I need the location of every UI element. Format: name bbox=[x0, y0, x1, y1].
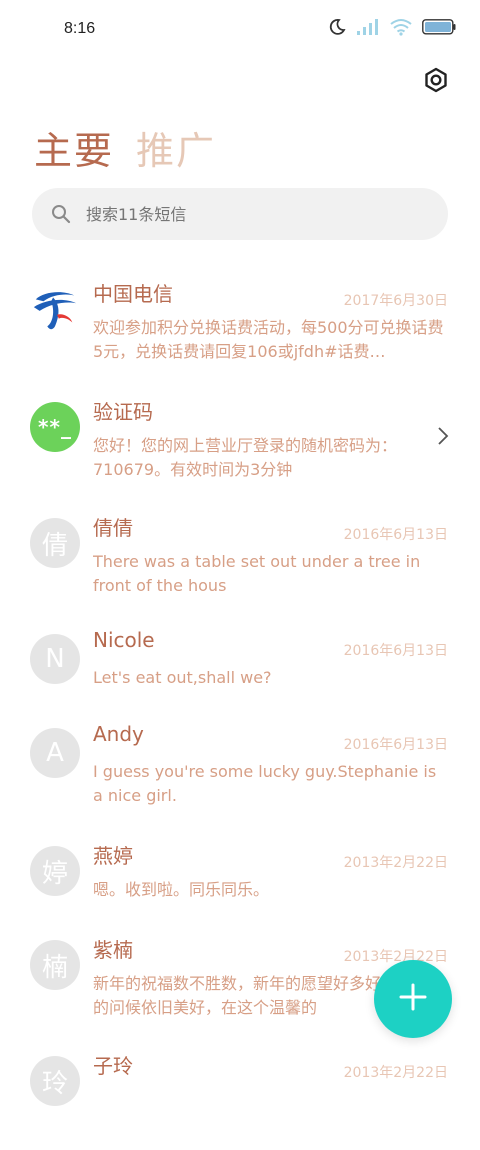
avatar: A bbox=[30, 728, 80, 778]
avatar: N bbox=[30, 634, 80, 684]
conversation-row[interactable]: N Nicole 2016年6月13日 Let's eat out,shall … bbox=[0, 628, 480, 728]
conversation-name: 倩倩 bbox=[93, 516, 133, 540]
signal-icon bbox=[356, 18, 380, 36]
conversation-date: 2017年6月30日 bbox=[343, 293, 448, 309]
wifi-icon bbox=[390, 18, 412, 36]
conversation-preview: There was a table set out under a tree i… bbox=[93, 552, 421, 595]
conversation-row[interactable]: 倩 倩倩 2016年6月13日 There was a table set ou… bbox=[0, 512, 480, 612]
search-input[interactable] bbox=[84, 203, 408, 225]
china-telecom-logo-icon bbox=[30, 284, 80, 334]
tab-bar: 主要 推广 bbox=[34, 120, 216, 175]
avatar: 倩 bbox=[30, 518, 80, 568]
conversation-date: 2016年6月13日 bbox=[343, 737, 448, 753]
status-time: 8:16 bbox=[64, 20, 96, 37]
conversation-row[interactable]: 中国电信 2017年6月30日 欢迎参加积分兑换话费活动，每500分可兑换话费5… bbox=[0, 278, 480, 378]
conversation-row[interactable]: **_ 验证码 您好！您的网上营业厅登录的随机密码为：710679。有效时间为3… bbox=[0, 396, 480, 496]
conversation-row[interactable]: A Andy 2016年6月13日 I guess you're some lu… bbox=[0, 722, 480, 822]
avatar: 楠 bbox=[30, 940, 80, 990]
settings-button[interactable] bbox=[422, 67, 450, 97]
conversation-preview: 嗯。收到啦。同乐同乐。 bbox=[93, 880, 270, 899]
search-icon bbox=[50, 203, 72, 225]
chevron-right-icon[interactable] bbox=[436, 426, 450, 446]
conversation-preview: I guess you're some lucky guy.Stephanie … bbox=[93, 762, 437, 805]
conversation-date: 2013年2月22日 bbox=[343, 855, 448, 871]
conversation-row[interactable]: 玲 子玲 2013年2月22日 bbox=[0, 1050, 480, 1150]
settings-icon bbox=[423, 67, 449, 97]
conversation-name: Nicole bbox=[93, 628, 155, 652]
conversation-date: 2016年6月13日 bbox=[343, 527, 448, 543]
avatar: 玲 bbox=[30, 1056, 80, 1106]
search-bar[interactable] bbox=[32, 188, 448, 240]
conversation-name: 紫楠 bbox=[93, 938, 133, 962]
conversation-date: 2013年2月22日 bbox=[343, 1065, 448, 1081]
avatar: 婷 bbox=[30, 846, 80, 896]
conversation-row[interactable]: 婷 燕婷 2013年2月22日 嗯。收到啦。同乐同乐。 bbox=[0, 840, 480, 940]
plus-icon bbox=[398, 982, 428, 1016]
new-message-button[interactable] bbox=[374, 960, 452, 1038]
conversation-preview: 您好！您的网上营业厅登录的随机密码为：710679。有效时间为3分钟 bbox=[93, 436, 398, 479]
avatar: **_ bbox=[30, 402, 80, 452]
conversation-name: Andy bbox=[93, 722, 144, 746]
conversation-name: 验证码 bbox=[93, 400, 153, 424]
conversation-preview: Let's eat out,shall we? bbox=[93, 668, 272, 687]
conversation-date: 2016年6月13日 bbox=[343, 643, 448, 659]
tab-primary[interactable]: 主要 bbox=[34, 120, 114, 175]
tab-promotions[interactable]: 推广 bbox=[136, 120, 216, 175]
battery-icon bbox=[422, 19, 456, 35]
conversation-preview: 欢迎参加积分兑换话费活动，每500分可兑换话费5元，兑换话费请回复106或jfd… bbox=[93, 318, 444, 361]
status-bar: 8:16 bbox=[0, 0, 480, 60]
conversation-name: 子玲 bbox=[93, 1054, 133, 1078]
conversation-name: 中国电信 bbox=[93, 282, 173, 306]
conversation-name: 燕婷 bbox=[93, 844, 133, 868]
status-icons bbox=[328, 18, 456, 36]
moon-icon bbox=[328, 18, 346, 36]
